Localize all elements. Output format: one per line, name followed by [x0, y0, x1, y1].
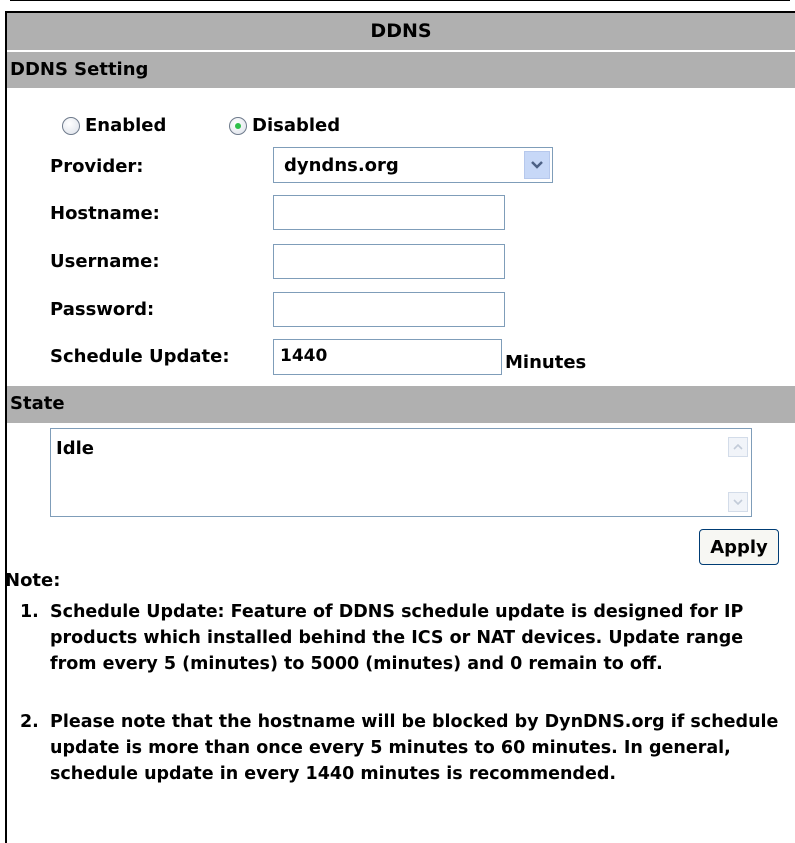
disabled-label[interactable]: Disabled: [252, 115, 340, 136]
window-edge: [10, 0, 790, 9]
scroll-up-icon[interactable]: [728, 437, 748, 457]
disabled-radio[interactable]: [229, 117, 247, 135]
enabled-radio[interactable]: [62, 117, 80, 135]
page-title: DDNS: [370, 20, 432, 42]
note-heading: Note:: [5, 570, 61, 591]
state-value: Idle: [56, 438, 94, 459]
note-number: 1.: [20, 602, 39, 622]
scroll-down-icon[interactable]: [728, 492, 748, 512]
note-item: 1. Schedule Update: Feature of DDNS sche…: [20, 599, 795, 677]
state-header: State: [7, 386, 795, 423]
provider-value: dyndns.org: [284, 155, 399, 176]
hostname-input[interactable]: [273, 195, 505, 230]
note-item: 2. Please note that the hostname will be…: [20, 709, 795, 787]
minutes-unit-label: Minutes: [505, 352, 587, 373]
dropdown-arrow-icon[interactable]: [524, 151, 550, 179]
password-input[interactable]: [273, 292, 505, 327]
ddns-setting-header: DDNS Setting: [7, 52, 795, 88]
username-label: Username:: [50, 251, 160, 272]
note-text: Please note that the hostname will be bl…: [50, 712, 779, 784]
enabled-label[interactable]: Enabled: [85, 115, 166, 136]
state-label: State: [10, 393, 65, 414]
schedule-update-input[interactable]: 1440: [273, 339, 502, 375]
title-bar: DDNS: [7, 13, 795, 50]
password-label: Password:: [50, 299, 155, 320]
ddns-setting-label: DDNS Setting: [10, 59, 149, 80]
username-input[interactable]: [273, 244, 505, 279]
apply-button[interactable]: Apply: [699, 529, 779, 565]
state-textarea[interactable]: Idle: [50, 428, 752, 517]
hostname-label: Hostname:: [50, 203, 160, 224]
provider-label: Provider:: [50, 156, 144, 177]
provider-select[interactable]: dyndns.org: [273, 147, 553, 183]
note-number: 2.: [20, 712, 39, 732]
note-text: Schedule Update: Feature of DDNS schedul…: [50, 602, 744, 674]
schedule-update-label: Schedule Update:: [50, 346, 230, 367]
radio-selected-dot: [235, 123, 241, 129]
